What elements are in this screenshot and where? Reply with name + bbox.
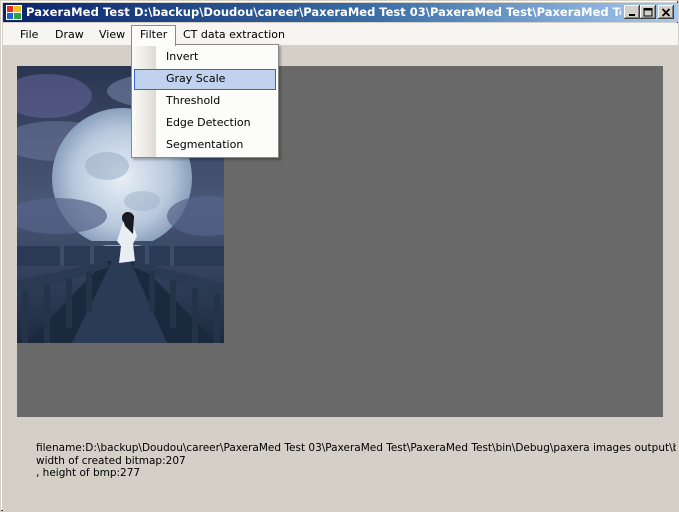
title-bar[interactable]: PaxeraMed Test D:\backup\Doudou\career\P… — [3, 3, 678, 22]
client-area: filename:D:\backup\Doudou\career\PaxeraM… — [3, 45, 678, 511]
minimize-button[interactable] — [624, 5, 640, 19]
info-height: , height of bmp:277 — [36, 467, 141, 479]
menu-item-segmentation[interactable]: Segmentation — [134, 135, 276, 156]
menu-draw[interactable]: Draw — [47, 26, 92, 44]
close-button[interactable] — [658, 5, 674, 19]
menu-item-edge-detection[interactable]: Edge Detection — [134, 113, 276, 134]
menu-bar: File Draw View Filter CT data extraction — [3, 23, 678, 46]
menu-item-invert[interactable]: Invert — [134, 47, 276, 68]
app-icon[interactable] — [6, 5, 22, 20]
maximize-button[interactable] — [640, 5, 656, 19]
menu-file[interactable]: File — [12, 26, 46, 44]
maximize-icon — [643, 7, 653, 16]
info-filename: filename:D:\backup\Doudou\career\PaxeraM… — [36, 442, 676, 454]
menu-filter[interactable]: Filter — [131, 25, 177, 46]
image-canvas[interactable] — [17, 66, 663, 417]
image-info: filename:D:\backup\Doudou\career\PaxeraM… — [36, 442, 676, 480]
menu-item-gray-scale[interactable]: Gray Scale — [134, 69, 276, 90]
close-icon — [661, 7, 671, 17]
menu-item-threshold[interactable]: Threshold — [134, 91, 276, 112]
minimize-icon — [629, 13, 635, 16]
info-width: width of created bitmap:207 — [36, 454, 186, 467]
menu-view[interactable]: View — [91, 26, 133, 44]
window-title-path: D:\backup\Doudou\career\PaxeraMed Test 0… — [134, 5, 621, 19]
filter-dropdown-menu: Invert Gray Scale Threshold Edge Detecti… — [131, 44, 279, 158]
menu-ct-data-extraction[interactable]: CT data extraction — [175, 26, 293, 44]
main-window: PaxeraMed Test D:\backup\Doudou\career\P… — [0, 0, 679, 512]
window-title: PaxeraMed Test — [26, 5, 130, 19]
